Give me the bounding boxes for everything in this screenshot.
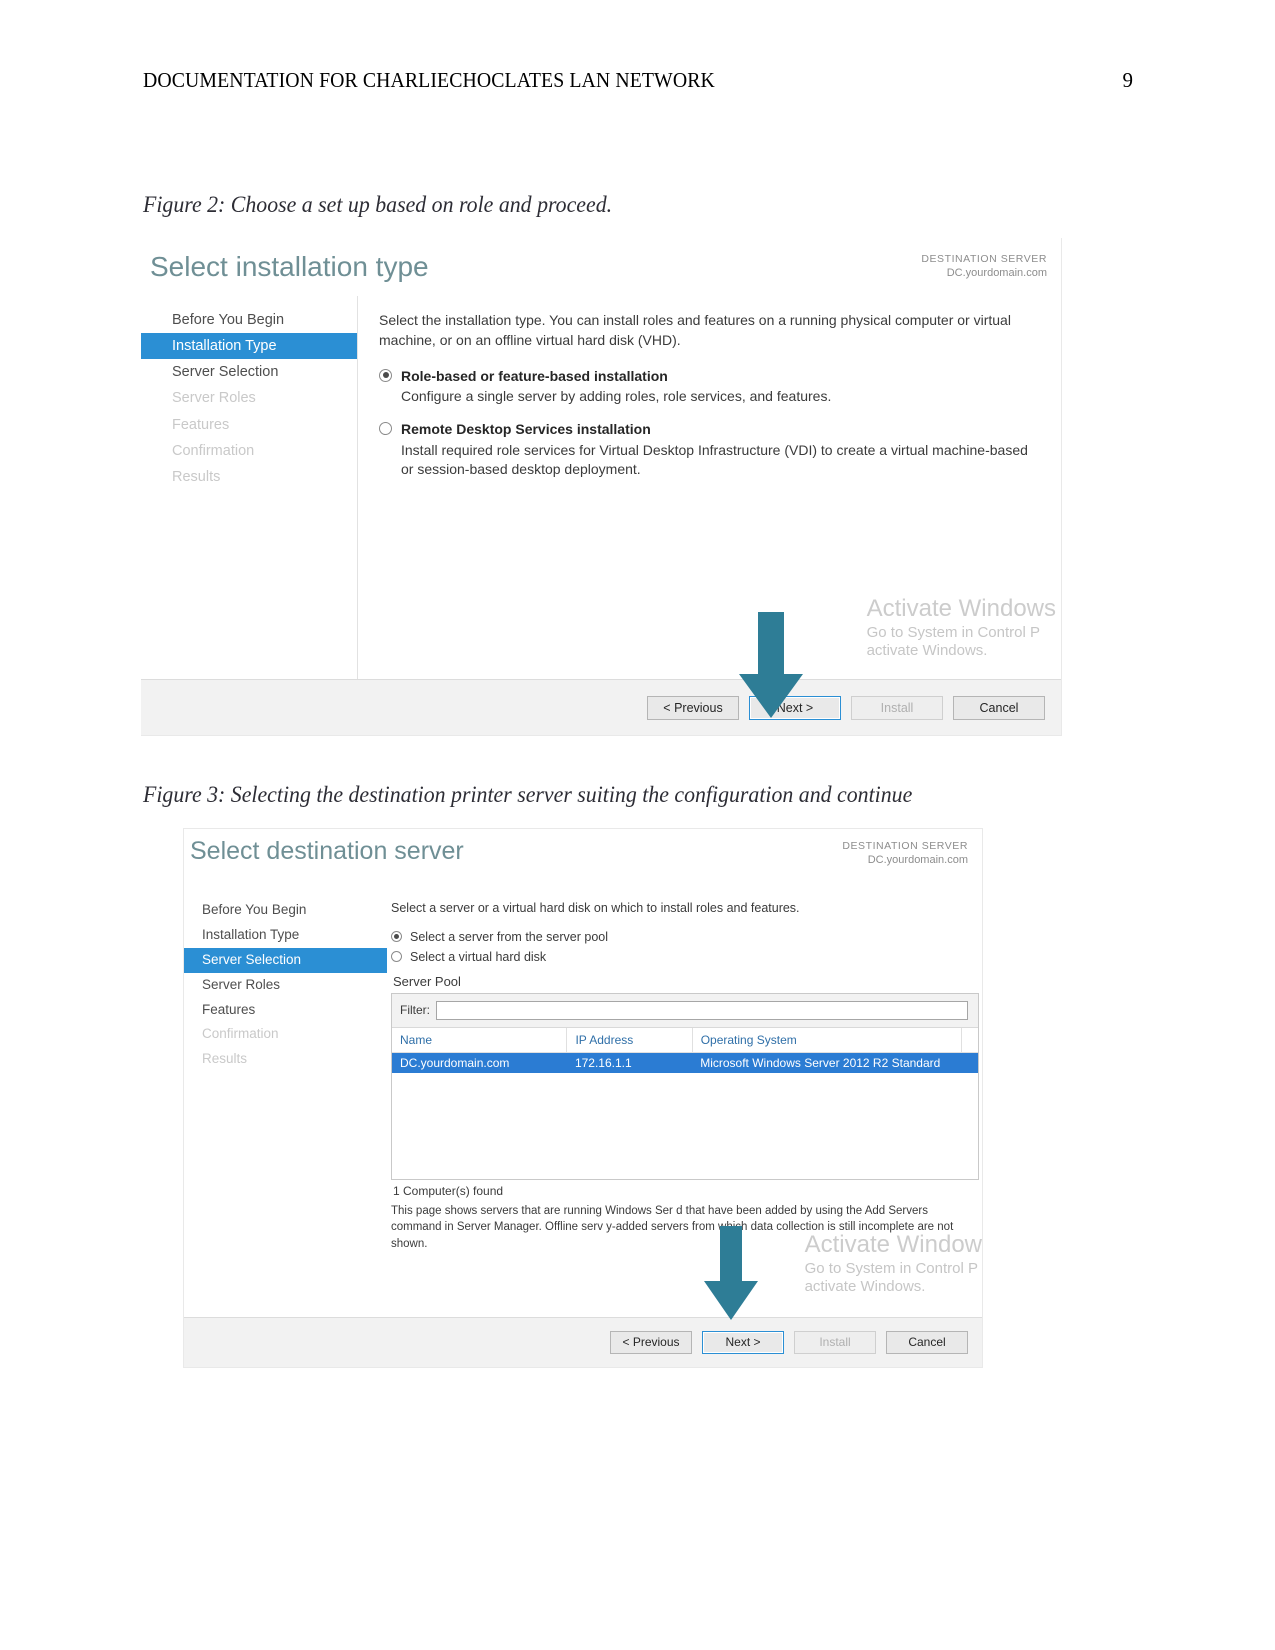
- cell-ip-address: 172.16.1.1: [566, 1052, 693, 1073]
- watermark-line-1: Go to System in Control P: [804, 1259, 978, 1277]
- sidebar-item-confirmation[interactable]: Confirmation: [141, 438, 357, 464]
- sidebar-item-before-you-begin[interactable]: Before You Begin: [184, 898, 387, 923]
- server-pool-empty-area: [392, 1073, 978, 1179]
- installation-type-intro: Select the installation type. You can in…: [379, 312, 1011, 349]
- document-header: DOCUMENTATION FOR CHARLIECHOCLATES LAN N…: [143, 68, 1133, 93]
- cancel-button[interactable]: Cancel: [953, 696, 1045, 720]
- table-row[interactable]: DC.yourdomain.com 172.16.1.1 Microsoft W…: [392, 1052, 978, 1073]
- cell-server-name: DC.yourdomain.com: [392, 1052, 567, 1073]
- destination-server-name: DC.yourdomain.com: [946, 267, 1047, 280]
- wizard-footer: < Previous Next > Install Cancel: [184, 1317, 982, 1367]
- filter-bar: Filter:: [392, 993, 978, 1028]
- sidebar-item-server-roles[interactable]: Server Roles: [141, 385, 357, 411]
- server-source-radio-group: Select a server from the server pool Sel…: [391, 929, 981, 966]
- radio-role-based-description: Configure a single server by adding role…: [401, 387, 832, 404]
- wizard-main-panel: Select the installation type. You can in…: [358, 296, 1061, 679]
- wizard-header: Select destination server DESTINATION SE…: [184, 829, 982, 887]
- server-pool-box: Filter: Name IP Address Operating System: [391, 992, 979, 1180]
- destination-server-block: DESTINATION SERVER DC.yourdomain.com: [842, 839, 968, 868]
- next-button[interactable]: Next >: [749, 696, 841, 720]
- wizard-select-installation-type: Select installation type DESTINATION SER…: [141, 238, 1062, 736]
- server-pool-note: This page shows servers that are running…: [391, 1204, 954, 1250]
- wizard-step-nav: Before You Begin Installation Type Serve…: [184, 887, 387, 1317]
- page-title: DOCUMENTATION FOR CHARLIECHOCLATES LAN N…: [143, 68, 715, 92]
- radio-select-virtual-hard-disk[interactable]: Select a virtual hard disk: [391, 949, 981, 965]
- radio-selected-icon: [391, 931, 402, 943]
- installation-type-radio-group: Role-based or feature-based installation…: [379, 367, 1043, 480]
- destination-server-name: DC.yourdomain.com: [867, 854, 968, 867]
- wizard-title: Select destination server: [190, 837, 464, 865]
- filter-label: Filter:: [400, 1003, 430, 1018]
- radio-unselected-icon: [379, 422, 392, 436]
- install-button: Install: [851, 696, 943, 720]
- radio-unselected-icon: [391, 951, 402, 963]
- wizard-header: Select installation type DESTINATION SER…: [141, 238, 1061, 296]
- radio-selected-icon: [379, 368, 392, 382]
- watermark-line-2: activate Windows.: [866, 642, 988, 660]
- sidebar-item-server-roles[interactable]: Server Roles: [184, 973, 387, 998]
- figure-2-caption: Figure 2: Choose a set up based on role …: [143, 192, 613, 217]
- wizard-main-panel: Select a server or a virtual hard disk o…: [387, 887, 982, 1317]
- previous-button[interactable]: < Previous: [610, 1331, 692, 1354]
- filter-input[interactable]: [436, 1000, 968, 1020]
- table-header-row: Name IP Address Operating System: [392, 1027, 978, 1053]
- previous-button[interactable]: < Previous: [647, 696, 739, 720]
- server-pool-heading: Server Pool: [393, 973, 461, 989]
- wizard-title: Select installation type: [150, 251, 429, 282]
- radio-server-pool-label: Select a server from the server pool: [410, 930, 608, 945]
- activate-windows-watermark: Activate Windows Go to System in Control…: [867, 594, 1056, 662]
- sidebar-item-server-selection[interactable]: Server Selection: [184, 947, 387, 973]
- sidebar-item-results[interactable]: Results: [141, 464, 357, 490]
- sidebar-item-features[interactable]: Features: [184, 998, 387, 1023]
- figure-3-caption: Figure 3: Selecting the destination prin…: [143, 782, 913, 807]
- watermark-line-1: Go to System in Control P: [866, 623, 1040, 641]
- radio-role-based-label: Role-based or feature-based installation: [401, 367, 668, 384]
- watermark-title: Activate Windows: [866, 594, 1056, 622]
- radio-remote-desktop-services[interactable]: Remote Desktop Services installation: [379, 420, 1043, 438]
- sidebar-item-before-you-begin[interactable]: Before You Begin: [141, 307, 357, 333]
- column-header-spacer: [961, 1027, 978, 1053]
- column-header-name[interactable]: Name: [392, 1027, 568, 1053]
- watermark-line-2: activate Windows.: [804, 1278, 926, 1296]
- sidebar-item-server-selection[interactable]: Server Selection: [141, 359, 357, 385]
- sidebar-item-features[interactable]: Features: [141, 412, 357, 438]
- server-pool-table: Name IP Address Operating System DC.your…: [392, 1027, 978, 1073]
- install-button: Install: [794, 1331, 876, 1354]
- radio-select-server-from-pool[interactable]: Select a server from the server pool: [391, 929, 981, 945]
- computer-count-label: 1 Computer(s) found: [393, 1183, 504, 1198]
- column-header-ip-address[interactable]: IP Address: [566, 1027, 693, 1053]
- column-header-operating-system[interactable]: Operating System: [692, 1027, 963, 1053]
- sidebar-item-installation-type[interactable]: Installation Type: [184, 923, 387, 948]
- wizard-step-nav: Before You Begin Installation Type Serve…: [141, 296, 358, 679]
- radio-remote-desktop-label: Remote Desktop Services installation: [401, 421, 651, 438]
- page-number: 9: [1122, 68, 1134, 92]
- wizard-footer: < Previous Next > Install Cancel: [141, 679, 1061, 735]
- sidebar-item-confirmation[interactable]: Confirmation: [184, 1022, 387, 1047]
- wizard-body: Before You Begin Installation Type Serve…: [141, 296, 1061, 679]
- wizard-select-destination-server: Select destination server DESTINATION SE…: [183, 828, 983, 1368]
- destination-server-block: DESTINATION SERVER DC.yourdomain.com: [921, 252, 1047, 281]
- sidebar-item-results[interactable]: Results: [184, 1047, 387, 1072]
- destination-server-label: DESTINATION SERVER: [842, 840, 968, 852]
- cancel-button[interactable]: Cancel: [886, 1331, 968, 1354]
- sidebar-item-installation-type[interactable]: Installation Type: [141, 333, 357, 360]
- cell-operating-system: Microsoft Windows Server 2012 R2 Standar…: [692, 1052, 978, 1073]
- wizard-body: Before You Begin Installation Type Serve…: [184, 887, 982, 1317]
- destination-server-label: DESTINATION SERVER: [921, 253, 1047, 265]
- destination-server-intro: Select a server or a virtual hard disk o…: [391, 901, 800, 915]
- radio-remote-desktop-description: Install required role services for Virtu…: [401, 441, 1028, 478]
- next-button[interactable]: Next >: [702, 1331, 784, 1354]
- radio-role-based-installation[interactable]: Role-based or feature-based installation: [379, 367, 1043, 385]
- radio-virtual-hard-disk-label: Select a virtual hard disk: [410, 950, 547, 965]
